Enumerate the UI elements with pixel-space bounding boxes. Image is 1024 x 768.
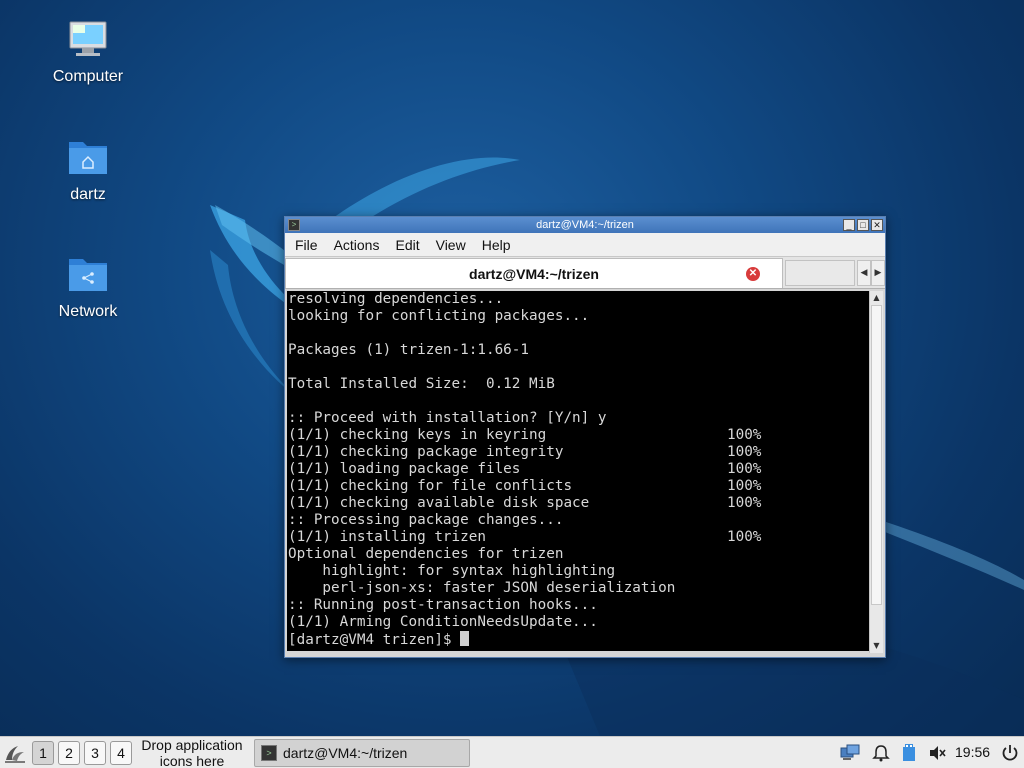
- start-menu-icon[interactable]: [2, 740, 28, 766]
- minimize-button[interactable]: _: [843, 219, 855, 231]
- terminal-line: (1/1) loading package files 100%: [288, 461, 762, 477]
- terminal-window[interactable]: > dartz@VM4:~/trizen _ □ ✕ File Actions …: [284, 216, 886, 658]
- terminal-line: perl-json-xs: faster JSON deserializatio…: [288, 580, 676, 596]
- desktop-icon-label: Computer: [52, 68, 124, 85]
- home-folder-icon: [69, 142, 107, 174]
- workspace-2-button[interactable]: 2: [58, 741, 80, 765]
- terminal-line: (1/1) checking for file conflicts 100%: [288, 478, 762, 494]
- tab-empty[interactable]: [785, 260, 855, 286]
- computer-icon: [69, 21, 107, 56]
- menu-bar: File Actions Edit View Help: [285, 233, 885, 257]
- window-titlebar[interactable]: > dartz@VM4:~/trizen _ □ ✕: [285, 217, 885, 233]
- terminal-line: :: Running post-transaction hooks...: [288, 597, 598, 613]
- desktop-icon-computer[interactable]: Computer: [28, 18, 148, 86]
- desktop-icon-network[interactable]: Network: [28, 253, 148, 321]
- storage-device-icon[interactable]: [899, 743, 919, 763]
- tab-terminal[interactable]: dartz@VM4:~/trizen ✕: [285, 258, 783, 288]
- task-label: dartz@VM4:~/trizen: [283, 745, 408, 761]
- menu-actions[interactable]: Actions: [326, 237, 388, 253]
- workspace-4-button[interactable]: 4: [110, 741, 132, 765]
- tab-scroll-right-icon[interactable]: ▶: [871, 260, 885, 286]
- terminal-line: (1/1) Arming ConditionNeedsUpdate...: [288, 614, 598, 630]
- terminal-cursor: [460, 631, 470, 646]
- volume-muted-icon[interactable]: [927, 743, 947, 763]
- network-status-icon[interactable]: [840, 743, 860, 763]
- window-title: dartz@VM4:~/trizen: [536, 219, 634, 231]
- terminal-task-icon: >: [261, 745, 277, 761]
- menu-help[interactable]: Help: [474, 237, 519, 253]
- terminal-line: resolving dependencies...: [288, 291, 504, 307]
- workspace-1-button[interactable]: 1: [32, 741, 54, 765]
- terminal-line: Optional dependencies for trizen: [288, 546, 564, 562]
- menu-edit[interactable]: Edit: [387, 237, 427, 253]
- terminal-output[interactable]: resolving dependencies... looking for con…: [287, 291, 869, 651]
- terminal-line: (1/1) installing trizen 100%: [288, 529, 762, 545]
- tab-bar: dartz@VM4:~/trizen ✕ ◀ ▶: [285, 257, 885, 289]
- terminal-line: (1/1) checking available disk space 100%: [288, 495, 762, 511]
- maximize-button[interactable]: □: [857, 219, 869, 231]
- close-button[interactable]: ✕: [871, 219, 883, 231]
- drop-hint-line1: Drop application: [141, 737, 243, 753]
- notification-bell-icon[interactable]: [871, 743, 891, 763]
- workspace-3-button[interactable]: 3: [84, 741, 106, 765]
- desktop-icon-label: Network: [58, 303, 118, 320]
- desktop-icon-home[interactable]: dartz: [28, 136, 148, 204]
- drop-hint-line2: icons here: [159, 753, 225, 768]
- terminal-prompt-line[interactable]: [dartz@VM4 trizen]$: [288, 631, 869, 648]
- tab-close-icon[interactable]: ✕: [746, 267, 760, 281]
- launcher-drop-zone[interactable]: Drop application icons here: [134, 737, 250, 768]
- tab-title: dartz@VM4:~/trizen: [469, 265, 599, 282]
- terminal-prompt: [dartz@VM4 trizen]$: [288, 632, 461, 648]
- scroll-down-icon[interactable]: ▼: [870, 639, 883, 653]
- terminal-line: :: Proceed with installation? [Y/n] y: [288, 410, 607, 426]
- scrollbar-thumb[interactable]: [871, 305, 882, 605]
- taskbar: 1 2 3 4 Drop application icons here > da…: [0, 736, 1024, 768]
- menu-file[interactable]: File: [287, 237, 326, 253]
- power-icon[interactable]: [1000, 743, 1020, 763]
- desktop-icon-label: dartz: [70, 186, 106, 203]
- menu-view[interactable]: View: [428, 237, 474, 253]
- terminal-line: (1/1) checking package integrity 100%: [288, 444, 762, 460]
- terminal-scrollbar[interactable]: ▲ ▼: [869, 291, 883, 653]
- terminal-line: Total Installed Size: 0.12 MiB: [288, 376, 555, 392]
- tab-scroll-left-icon[interactable]: ◀: [857, 260, 871, 286]
- terminal-line: (1/1) checking keys in keyring 100%: [288, 427, 762, 443]
- clock[interactable]: 19:56: [955, 744, 990, 760]
- terminal-line: highlight: for syntax highlighting: [288, 563, 616, 579]
- scroll-up-icon[interactable]: ▲: [870, 291, 883, 305]
- taskbar-task-terminal[interactable]: > dartz@VM4:~/trizen: [254, 739, 470, 767]
- terminal-line: Packages (1) trizen-1:1.66-1: [288, 342, 530, 358]
- terminal-line: :: Processing package changes...: [288, 512, 564, 528]
- terminal-line: looking for conflicting packages...: [288, 308, 590, 324]
- network-folder-icon: [69, 259, 107, 291]
